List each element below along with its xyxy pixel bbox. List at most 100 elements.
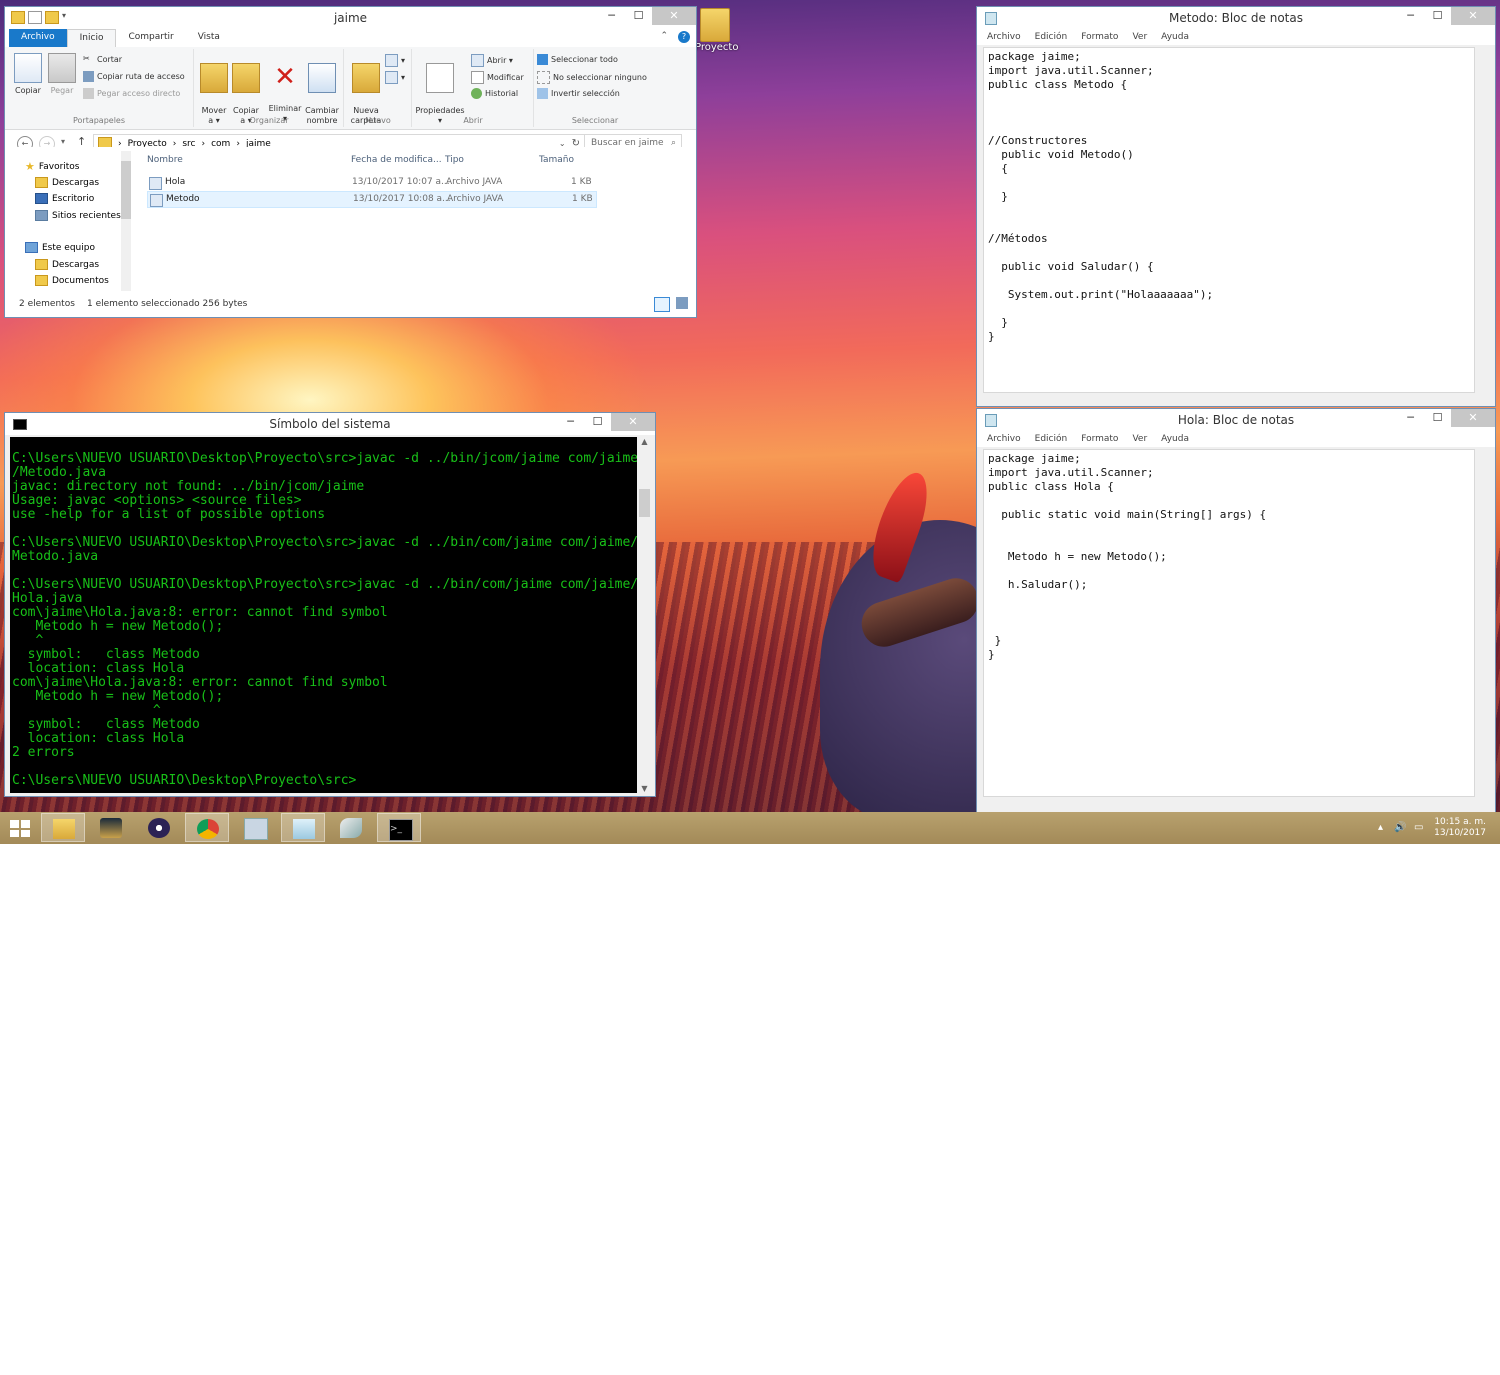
nav-escritorio[interactable]: Escritorio <box>35 193 94 204</box>
menu-archivo[interactable]: Archivo <box>987 29 1021 45</box>
taskbar-league-of-legends[interactable] <box>89 813 133 842</box>
taskbar-notepad[interactable] <box>281 813 325 842</box>
history-button[interactable]: Historial <box>471 88 518 99</box>
desktop-folder-proyecto[interactable]: Proyecto <box>695 8 738 53</box>
column-header-tamano[interactable]: Tamaño <box>539 155 574 165</box>
copy-path-button[interactable]: Copiar ruta de acceso <box>83 71 185 82</box>
menu-archivo[interactable]: Archivo <box>987 431 1021 447</box>
help-icon[interactable]: ? <box>678 31 690 43</box>
edit-button[interactable]: Modificar <box>471 71 524 84</box>
taskbar-file-explorer[interactable] <box>41 813 85 842</box>
close-button[interactable]: ✕ <box>1451 409 1495 427</box>
taskbar-tools[interactable] <box>329 813 373 842</box>
paste-button[interactable]: Pegar <box>45 53 79 96</box>
cmd-output-line: ^ <box>12 703 161 718</box>
column-header-tipo[interactable]: Tipo <box>445 155 464 165</box>
text-editor[interactable]: package jaime; import java.util.Scanner; p… <box>983 449 1475 797</box>
close-button[interactable]: ✕ <box>1451 7 1495 25</box>
cmd-output[interactable]: C:\Users\NUEVO USUARIO\Desktop\Proyecto\… <box>10 437 637 793</box>
cmd-output-line: /Metodo.java <box>12 465 106 480</box>
notepad-titlebar: Metodo: Bloc de notas ─ ☐ ✕ <box>977 7 1495 29</box>
close-button[interactable]: ✕ <box>652 7 696 25</box>
select-none-button[interactable]: No seleccionar ninguno <box>537 71 647 84</box>
menu-ver[interactable]: Ver <box>1132 29 1147 45</box>
paste-shortcut-button[interactable]: Pegar acceso directo <box>83 88 180 99</box>
menu-ayuda[interactable]: Ayuda <box>1161 29 1189 45</box>
menu-formato[interactable]: Formato <box>1081 29 1118 45</box>
menu-ayuda[interactable]: Ayuda <box>1161 431 1189 447</box>
menu-formato[interactable]: Formato <box>1081 431 1118 447</box>
tab-archivo[interactable]: Archivo <box>9 29 67 47</box>
close-button[interactable]: ✕ <box>611 413 655 431</box>
nav-scrollbar[interactable] <box>121 151 131 291</box>
scrollbar-thumb[interactable] <box>639 489 650 517</box>
details-view-icon[interactable] <box>654 297 670 312</box>
tab-inicio[interactable]: Inicio <box>66 29 117 47</box>
tab-compartir[interactable]: Compartir <box>116 29 185 47</box>
open-button[interactable]: Abrir ▾ <box>471 54 513 67</box>
select-all-label: Seleccionar todo <box>551 55 618 64</box>
cmd-scrollbar[interactable]: ▲ ▼ <box>637 437 652 793</box>
code-line: public void Metodo() <box>988 148 1134 161</box>
taskbar-calculator[interactable] <box>233 813 277 842</box>
menu-ver[interactable]: Ver <box>1132 431 1147 447</box>
cmd-output-line: Usage: javac <options> <source files> <box>12 493 302 508</box>
select-all-button[interactable]: Seleccionar todo <box>537 54 618 65</box>
new-item-button[interactable]: ▾ <box>385 54 405 67</box>
nav-label: Sitios recientes <box>52 210 121 221</box>
nav-este-equipo[interactable]: Este equipo <box>25 242 95 253</box>
scrollbar-thumb[interactable] <box>121 161 131 219</box>
taskbar-chrome[interactable] <box>185 813 229 842</box>
cut-label: Cortar <box>97 55 123 64</box>
status-bar: 2 elementos 1 elemento seleccionado 256 … <box>5 293 696 317</box>
copy-button[interactable]: Copiar <box>11 53 45 96</box>
system-clock[interactable]: 10:15 a. m. 13/10/2017 <box>1434 817 1486 839</box>
menu-edicion[interactable]: Edición <box>1035 29 1068 45</box>
maximize-button[interactable]: ☐ <box>584 413 611 431</box>
file-row-metodo[interactable]: Metodo 13/10/2017 10:08 a... Archivo JAV… <box>147 191 597 208</box>
minimize-button[interactable]: ─ <box>557 413 584 431</box>
code-line: Metodo h = new Metodo(); <box>988 550 1167 563</box>
maximize-button[interactable]: ☐ <box>1424 7 1451 25</box>
group-nuevo: Nueva carpeta ▾ ▾ Nuevo <box>345 49 412 127</box>
command-prompt-window: Símbolo del sistema ─ ☐ ✕ C:\Users\NUEVO… <box>4 412 656 797</box>
maximize-button[interactable]: ☐ <box>625 7 652 25</box>
scroll-up-icon[interactable]: ▲ <box>637 437 652 446</box>
minimize-button[interactable]: ─ <box>1397 7 1424 25</box>
minimize-button[interactable]: ─ <box>1397 409 1424 427</box>
file-row-hola[interactable]: Hola 13/10/2017 10:07 a... Archivo JAVA … <box>147 175 595 190</box>
nav-descargas-equipo[interactable]: Descargas <box>35 259 99 270</box>
collapse-ribbon-icon[interactable]: ⌃ <box>660 31 668 45</box>
cut-button[interactable]: ✂ Cortar <box>83 54 122 65</box>
vertical-scrollbar[interactable] <box>1477 449 1489 795</box>
volume-icon[interactable]: 🔊 <box>1394 822 1406 833</box>
delete-button[interactable]: ✕ Eliminar ▾ <box>268 53 302 124</box>
nav-favoritos[interactable]: ★ Favoritos <box>25 160 80 173</box>
menu-edicion[interactable]: Edición <box>1035 431 1068 447</box>
show-hidden-icons-icon[interactable]: ▴ <box>1378 822 1383 833</box>
text-editor[interactable]: package jaime; import java.util.Scanner; p… <box>983 47 1475 393</box>
recent-locations-icon[interactable]: ▾ <box>61 137 65 146</box>
start-button[interactable] <box>0 813 44 842</box>
scroll-down-icon[interactable]: ▼ <box>637 784 652 793</box>
new-item-icon <box>385 54 398 67</box>
maximize-button[interactable]: ☐ <box>1424 409 1451 427</box>
delete-icon: ✕ <box>274 62 296 92</box>
taskbar-cmd[interactable]: >_ <box>377 813 421 842</box>
vertical-scrollbar[interactable] <box>1477 47 1489 391</box>
network-icon[interactable]: ▭ <box>1414 822 1423 833</box>
group-label: Nuevo <box>365 116 391 125</box>
nav-sitios-recientes[interactable]: Sitios recientes <box>35 210 121 221</box>
invert-selection-button[interactable]: Invertir selección <box>537 88 620 99</box>
nav-label: Favoritos <box>38 161 80 172</box>
column-header-fecha[interactable]: Fecha de modifica... <box>351 155 442 165</box>
column-header-nombre[interactable]: Nombre <box>147 155 183 165</box>
nav-documentos[interactable]: Documentos <box>35 275 109 286</box>
taskbar-eclipse[interactable] <box>137 813 181 842</box>
tab-vista[interactable]: Vista <box>186 29 232 47</box>
easy-access-button[interactable]: ▾ <box>385 71 405 84</box>
large-icons-view-icon[interactable] <box>676 297 688 309</box>
minimize-button[interactable]: ─ <box>598 7 625 25</box>
open-label: Abrir ▾ <box>487 56 513 65</box>
nav-descargas[interactable]: Descargas <box>35 177 99 188</box>
